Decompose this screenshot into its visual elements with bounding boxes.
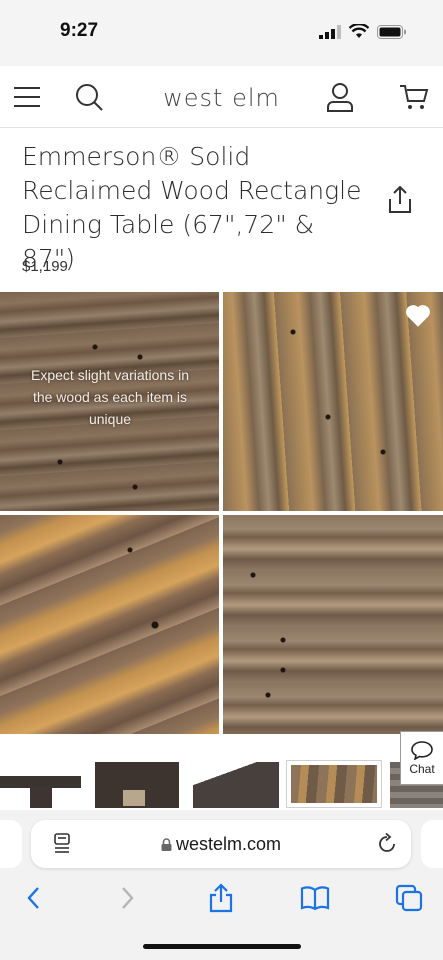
chat-label: Chat — [409, 762, 435, 776]
cellular-signal-icon — [319, 24, 341, 39]
share-sheet-button[interactable] — [204, 882, 238, 914]
product-image-3[interactable] — [0, 515, 219, 734]
tabs-icon — [395, 884, 423, 912]
chat-bubble-icon — [411, 741, 433, 760]
product-title: Emmerson® Solid Reclaimed Wood Rectangle… — [22, 142, 362, 273]
account-icon[interactable] — [323, 80, 357, 114]
share-icon — [209, 883, 233, 913]
lock-icon — [161, 838, 172, 851]
reload-icon[interactable] — [376, 833, 398, 855]
wifi-icon — [349, 24, 369, 38]
status-icons — [319, 24, 407, 39]
product-image-2[interactable] — [223, 292, 443, 511]
thumbnail-4-selected[interactable] — [286, 760, 382, 808]
book-icon — [300, 886, 330, 911]
product-image-gallery: Expect slight variations in the wood as … — [0, 292, 443, 736]
chevron-right-icon — [122, 887, 134, 909]
url-display[interactable]: westelm.com — [31, 834, 411, 855]
heart-icon[interactable] — [405, 304, 431, 328]
back-button[interactable] — [16, 882, 50, 914]
battery-icon — [377, 24, 406, 39]
site-header: west elm — [0, 66, 443, 128]
bookmarks-button[interactable] — [298, 882, 332, 914]
thumbnail-strip — [0, 758, 443, 810]
thumbnail-2[interactable] — [95, 762, 179, 808]
next-tab-edge[interactable] — [421, 820, 443, 868]
share-icon — [389, 185, 411, 213]
chevron-left-icon — [27, 887, 39, 909]
tabs-button[interactable] — [392, 882, 426, 914]
cart-icon[interactable] — [397, 80, 431, 114]
previous-tab-edge[interactable] — [0, 820, 22, 868]
home-indicator — [143, 944, 301, 949]
browser-toolbar: westelm.com — [0, 810, 443, 960]
wood-variation-note: Expect slight variations in the wood as … — [31, 367, 189, 427]
url-text: westelm.com — [175, 834, 282, 854]
address-bar[interactable]: westelm.com — [31, 820, 411, 868]
chat-button[interactable]: Chat — [400, 731, 443, 785]
thumbnail-1[interactable] — [0, 762, 81, 808]
status-bar: 9:27 — [0, 0, 443, 66]
forward-button[interactable] — [111, 882, 145, 914]
share-button[interactable] — [386, 185, 414, 215]
product-image-4[interactable] — [223, 515, 443, 734]
status-time: 9:27 — [60, 20, 99, 41]
brand-logo[interactable]: west elm — [0, 84, 443, 112]
product-price: $1,199 — [22, 258, 68, 275]
product-image-1[interactable]: Expect slight variations in the wood as … — [0, 292, 219, 511]
thumbnail-3[interactable] — [193, 762, 279, 808]
